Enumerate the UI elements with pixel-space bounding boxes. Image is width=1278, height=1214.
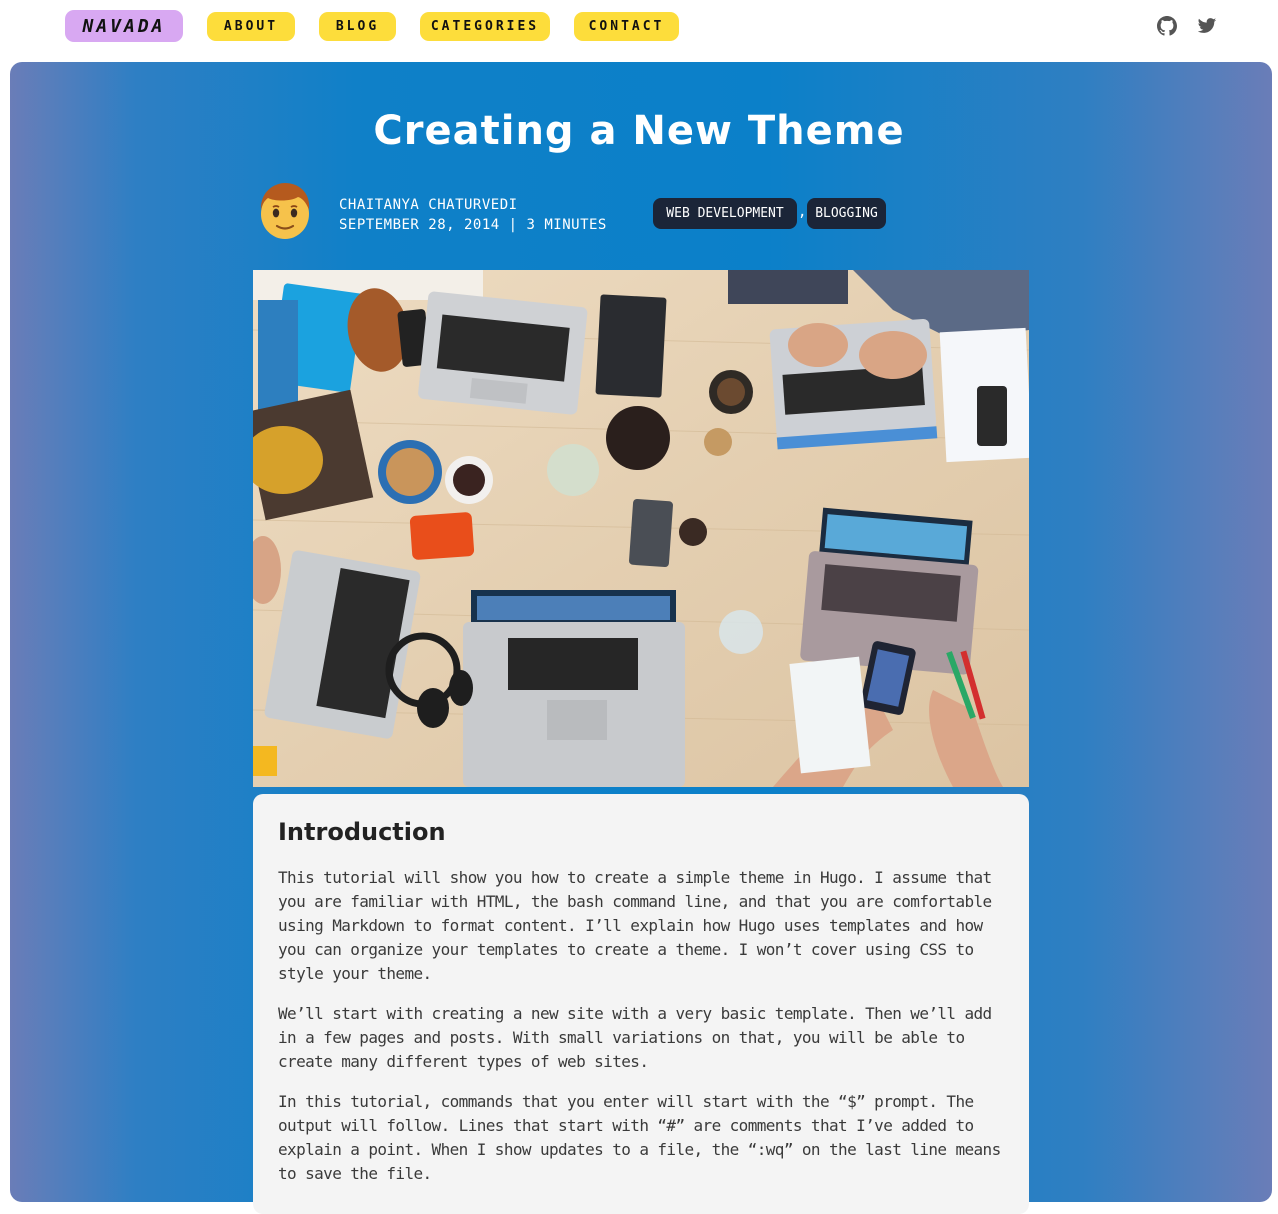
post-date-readtime: September 28, 2014 | 3 minutes	[339, 217, 607, 233]
nav-contact-link[interactable]: Contact	[574, 12, 679, 41]
twitter-icon[interactable]	[1197, 16, 1217, 36]
nav-about-link[interactable]: About	[207, 12, 295, 41]
desk-workspace-illustration	[253, 270, 1029, 787]
tag-separator: ,	[798, 204, 807, 220]
section-heading-introduction: Introduction	[278, 818, 446, 846]
article-content: Introduction This tutorial will show you…	[253, 794, 1029, 1214]
featured-image	[253, 270, 1029, 787]
nav-blog-link[interactable]: Blog	[319, 12, 396, 41]
post-title: Creating a New Theme	[373, 108, 905, 154]
post-author[interactable]: Chaitanya Chaturvedi	[339, 195, 607, 215]
top-navigation: NAVADA About Blog Categories Contact	[0, 0, 1278, 54]
paragraph: In this tutorial, commands that you ente…	[278, 1092, 1001, 1183]
paragraph: We’ll start with creating a new site wit…	[278, 1004, 992, 1071]
post-author-meta: Chaitanya Chaturvedi September 28, 2014 …	[339, 195, 607, 235]
tag-web-development[interactable]: Web Development	[653, 198, 797, 229]
github-icon[interactable]	[1157, 16, 1177, 36]
nav-categories-link[interactable]: Categories	[420, 12, 550, 41]
tag-blogging[interactable]: Blogging	[807, 198, 886, 229]
author-avatar	[260, 183, 310, 239]
brand-logo[interactable]: NAVADA	[65, 10, 183, 42]
paragraph: This tutorial will show you how to creat…	[278, 868, 992, 983]
